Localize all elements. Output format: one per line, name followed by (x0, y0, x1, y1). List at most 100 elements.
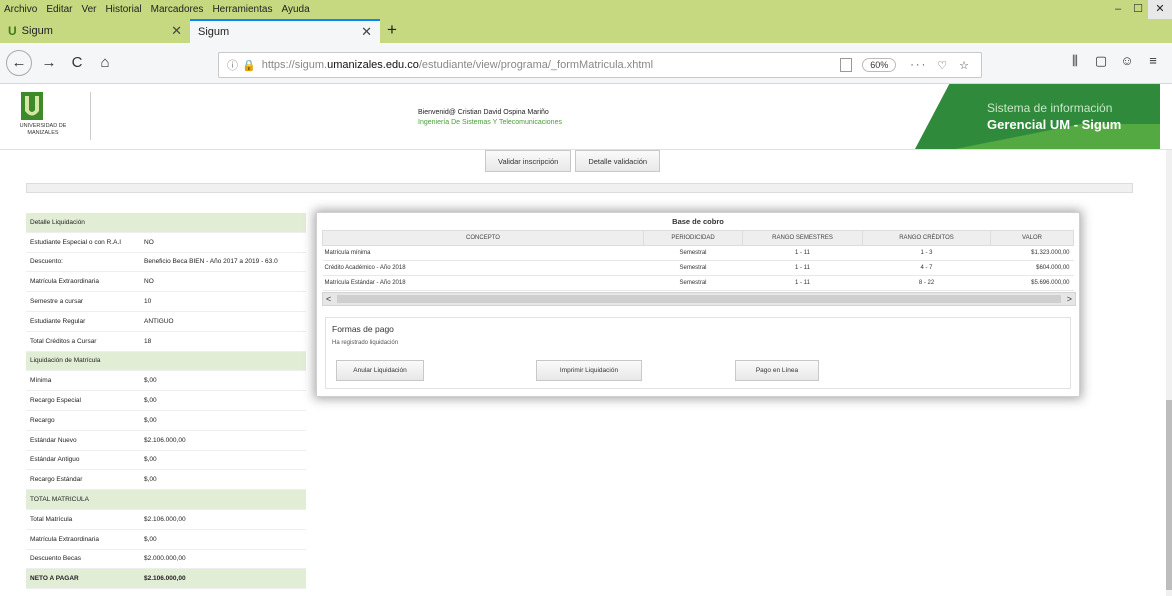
print-liquidation-button[interactable]: Imprimir Liquidación (536, 360, 642, 381)
tab-sigum-1[interactable]: U Sigum ✕ (0, 19, 190, 43)
close-window-button[interactable]: ✕ (1148, 0, 1172, 19)
menu-marcadores[interactable]: Marcadores (151, 4, 204, 15)
table-row: Estudiante Regular ANTIGUO (26, 311, 306, 332)
site-header: UNIVERSIDAD DE MANIZALES Bienvenid@ Cris… (0, 84, 1172, 150)
col-periodicidad: PERIODICIDAD (643, 230, 743, 246)
table-row[interactable]: Matrícula Estándar - Año 2018 Semestral 1 … (322, 275, 1074, 291)
logo-text-line1: UNIVERSIDAD DE (19, 123, 67, 129)
url-path: /estudiante/view/programa/_formMatricula… (418, 59, 654, 71)
table-cell: 1 - 11 (742, 275, 863, 291)
section-header-row: Liquidación de Matrícula (26, 351, 306, 372)
scroll-left-icon[interactable]: < (326, 293, 331, 305)
billing-base-panel: Base de cobro CONCEPTO PERIODICIDAD RANG… (316, 212, 1080, 397)
table-cell: $604.000,00 (990, 260, 1074, 276)
reload-button[interactable]: C (66, 52, 88, 74)
table-cell: $1.323.000,00 (990, 245, 1074, 261)
table-header-row: CONCEPTO PERIODICIDAD RANGO SEMESTRES RA… (322, 230, 1074, 246)
menu-herramientas[interactable]: Herramientas (212, 4, 272, 15)
cancel-liquidation-button[interactable]: Anular Liquidación (336, 360, 424, 381)
university-logo[interactable]: UNIVERSIDAD DE MANIZALES (6, 92, 80, 146)
row-label: Recargo Estándar (26, 469, 140, 491)
tab-close-icon[interactable]: ✕ (171, 23, 182, 39)
table-cell: 8 - 22 (862, 275, 991, 291)
menu-editar[interactable]: Editar (46, 4, 72, 15)
table-row: Estándar Nuevo $2.106.000,00 (26, 430, 306, 451)
net-total-row: NETO A PAGAR $2.106.000,00 (26, 568, 306, 590)
row-value: NO (140, 232, 306, 253)
row-label: Total Matrícula (26, 509, 140, 530)
page-scroll-thumb[interactable] (1166, 400, 1172, 590)
row-value: $,00 (140, 469, 306, 491)
minimize-button[interactable]: – (1108, 0, 1128, 19)
table-row: Recargo $,00 (26, 410, 306, 431)
menu-archivo[interactable]: Archivo (4, 4, 37, 15)
sidebar-icon[interactable]: ▢ (1088, 53, 1114, 69)
col-valor: VALOR (990, 230, 1074, 246)
table-cell: Semestral (643, 260, 743, 276)
row-value: $,00 (140, 450, 306, 471)
logo-text-line2: MANIZALES (27, 130, 59, 136)
row-label: Detalle Liquidación (26, 213, 140, 233)
account-icon[interactable]: ☺ (1114, 53, 1140, 69)
table-row: Recargo Especial $,00 (26, 390, 306, 411)
table-row[interactable]: Matrícula mínima Semestral 1 - 11 1 - 3 $1.3… (322, 245, 1074, 261)
table-cell: Matrícula Estándar - Año 2018 (322, 275, 644, 291)
table-row: Estándar Antiguo $,00 (26, 450, 306, 471)
row-label: Estándar Antiguo (26, 450, 140, 471)
url-bar[interactable]: ⓘ 🔒 https://sigum. umanizales.edu.co/estu… (218, 52, 982, 78)
tab-sigum-2[interactable]: Sigum ✕ (190, 19, 380, 43)
table-cell: $5.696.000,00 (990, 275, 1074, 291)
bookmark-star-icon[interactable]: ☆ (959, 59, 971, 72)
row-value: $2.106.000,00 (140, 568, 306, 590)
online-payment-button[interactable]: Pago en Línea (735, 360, 819, 381)
row-label: Total Créditos a Cursar (26, 331, 140, 352)
payment-methods-box: Formas de pago Ha registrado liquidación… (325, 317, 1071, 389)
menu-ayuda[interactable]: Ayuda (281, 4, 309, 15)
hamburger-menu-icon[interactable]: ≡ (1140, 53, 1166, 69)
table-row: Descuento: Beneficio Beca BIEN - Año 2017… (26, 252, 306, 273)
zoom-indicator[interactable]: 60% (862, 58, 897, 72)
col-concepto: CONCEPTO (322, 230, 644, 246)
validation-details-button[interactable]: Detalle validación (575, 150, 661, 172)
back-button[interactable]: ← (6, 50, 32, 76)
horizontal-scrollbar[interactable]: < > (322, 292, 1076, 306)
scroll-right-icon[interactable]: > (1067, 293, 1072, 305)
menu-ver[interactable]: Ver (81, 4, 96, 15)
row-value: $,00 (140, 390, 306, 411)
url-prefix: https://sigum. (261, 59, 328, 71)
library-icon[interactable]: ⫼ (1062, 53, 1088, 69)
menu-historial[interactable]: Historial (106, 4, 142, 15)
url-actions: 60% ··· ♡ ☆ (840, 58, 981, 72)
row-label: Recargo (26, 410, 140, 431)
page-vertical-scrollbar[interactable] (1166, 150, 1172, 596)
row-label: Matrícula Extraordinaria (26, 271, 140, 293)
table-row: Matrícula Extraordinaria $,00 (26, 529, 306, 550)
tab-close-icon[interactable]: ✕ (361, 24, 372, 40)
table-row[interactable]: Crédito Académico - Año 2018 Semestral 1 -… (322, 260, 1074, 276)
payment-methods-note: Ha registrado liquidación (332, 340, 399, 346)
browser-menubar: Archivo Editar Ver Historial Marcadores … (0, 0, 1172, 19)
page-actions-icon[interactable]: ··· (910, 59, 927, 71)
navigation-bar: ← → C ⌂ ⓘ 🔒 https://sigum. umanizales.edu… (0, 43, 1172, 84)
scroll-thumb[interactable] (337, 295, 1061, 303)
payment-methods-title: Formas de pago (332, 324, 394, 334)
site-info-icon[interactable]: ⓘ (227, 57, 238, 73)
row-value: $2.106.000,00 (140, 509, 306, 530)
logo-mark-icon (21, 92, 43, 120)
table-row: Total Matrícula $2.106.000,00 (26, 509, 306, 530)
home-button[interactable]: ⌂ (94, 52, 116, 74)
reader-view-icon[interactable] (840, 58, 853, 72)
row-value: $,00 (140, 370, 306, 392)
table-cell: Semestral (643, 275, 743, 291)
table-cell: 1 - 11 (742, 245, 863, 261)
pocket-icon[interactable]: ♡ (937, 59, 949, 72)
maximize-button[interactable]: ☐ (1128, 0, 1148, 19)
row-label: Semestre a cursar (26, 291, 140, 312)
table-cell: 4 - 7 (862, 260, 991, 276)
billing-base-table: CONCEPTO PERIODICIDAD RANGO SEMESTRES RA… (322, 230, 1074, 291)
new-tab-button[interactable]: + (380, 19, 404, 43)
welcome-text: Bienvenid@ Cristian David Ospina Mariño (418, 109, 549, 116)
table-row: Mínima $,00 (26, 370, 306, 392)
validate-enrollment-button[interactable]: Validar inscripción (485, 150, 572, 172)
forward-button[interactable]: → (38, 52, 60, 74)
